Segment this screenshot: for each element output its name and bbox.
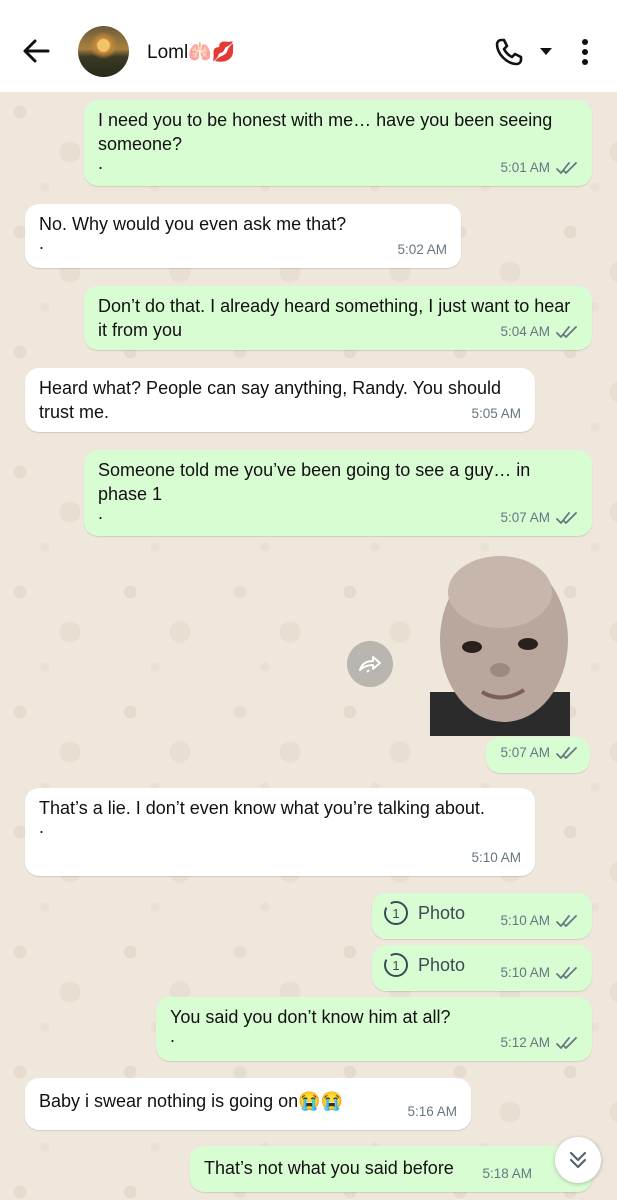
message-time: 5:10 AM [500, 913, 550, 928]
message-bubble-incoming[interactable]: Heard what? People can say anything, Ran… [25, 368, 535, 432]
contact-name[interactable]: Loml🫁💋 [147, 40, 236, 64]
message-meta: 5:16 AM [407, 1100, 457, 1124]
message-dot: . [39, 233, 45, 253]
arrow-left-icon[interactable] [18, 33, 54, 69]
double-check-icon [556, 915, 577, 927]
view-once-icon: 1 [384, 901, 408, 925]
message-time: 5:01 AM [500, 160, 550, 175]
message-text: Heard what? People can say anything, Ran… [39, 378, 507, 422]
view-once-photo-message[interactable]: 1 Photo 5:10 AM [372, 893, 592, 939]
message-bubble-outgoing[interactable]: Don’t do that. I already heard something… [84, 286, 592, 350]
forward-button[interactable] [347, 641, 393, 687]
message-bubble-incoming[interactable]: No. Why would you even ask me that? . 5:… [25, 204, 461, 268]
double-check-icon [556, 162, 577, 174]
message-text: You said you don’t know him at all? [170, 1007, 451, 1027]
double-chevron-down-icon [569, 1151, 587, 1169]
message-time: 5:12 AM [500, 1035, 550, 1050]
message-meta: 5:10 AM [471, 846, 521, 870]
message-dot: . [39, 817, 45, 837]
double-check-icon [556, 747, 577, 759]
more-vertical-icon[interactable] [578, 37, 592, 67]
message-bubble-outgoing-sticker-meta[interactable]: 5:07 AM [486, 737, 590, 773]
message-time: 5:04 AM [500, 324, 550, 339]
message-meta: 5:01 AM [500, 156, 578, 180]
message-time: 5:07 AM [500, 745, 550, 760]
message-text: Baby i swear nothing is going on😭😭 [39, 1091, 343, 1111]
double-check-icon [556, 967, 577, 979]
chat-header: Loml🫁💋 [0, 0, 617, 92]
message-time: 5:10 AM [500, 965, 550, 980]
baby-face-sticker [430, 556, 570, 736]
message-meta: 5:12 AM [500, 1031, 578, 1055]
view-once-icon: 1 [384, 953, 408, 977]
message-text: I need you to be honest with me… have yo… [98, 110, 558, 154]
message-meta: 5:07 AM [500, 506, 578, 530]
message-time: 5:18 AM [482, 1166, 532, 1181]
sticker-image[interactable] [430, 552, 570, 736]
message-text: Someone told me you’ve been going to see… [98, 460, 536, 504]
photo-label: Photo [418, 903, 466, 923]
message-meta: 5:04 AM [500, 320, 578, 344]
message-text: No. Why would you even ask me that? [39, 214, 347, 234]
message-bubble-outgoing[interactable]: I need you to be honest with me… have yo… [84, 100, 592, 186]
forward-icon [359, 656, 381, 673]
message-bubble-incoming[interactable]: Baby i swear nothing is going on😭😭 5:16 … [25, 1078, 471, 1130]
message-meta: 5:02 AM [397, 238, 447, 262]
photo-label: Photo [418, 955, 466, 975]
phone-icon[interactable] [494, 37, 524, 67]
message-time: 5:16 AM [407, 1104, 457, 1119]
scroll-to-bottom-button[interactable] [555, 1137, 601, 1183]
message-bubble-outgoing[interactable]: That’s not what you said before 5:18 AM [190, 1146, 592, 1192]
message-meta: 5:07 AM [500, 741, 578, 765]
message-meta: 5:18 AM [482, 1162, 532, 1186]
message-meta: 5:05 AM [471, 402, 521, 426]
avatar[interactable] [78, 26, 129, 77]
message-text: That’s a lie. I don’t even know what you… [39, 798, 485, 818]
message-bubble-incoming[interactable]: That’s a lie. I don’t even know what you… [25, 788, 535, 876]
message-meta: 5:10 AM [500, 909, 578, 933]
double-check-icon [556, 512, 577, 524]
view-once-photo-message[interactable]: 1 Photo 5:10 AM [372, 945, 592, 991]
double-check-icon [556, 1037, 577, 1049]
message-bubble-outgoing[interactable]: Someone told me you’ve been going to see… [84, 450, 592, 536]
message-meta: 5:10 AM [500, 961, 578, 985]
double-check-icon [556, 326, 577, 338]
message-time: 5:05 AM [471, 406, 521, 421]
message-time: 5:10 AM [471, 850, 521, 865]
message-bubble-outgoing[interactable]: You said you don’t know him at all? . 5:… [156, 997, 592, 1061]
caret-down-icon[interactable] [538, 45, 554, 57]
message-time: 5:02 AM [397, 242, 447, 257]
message-time: 5:07 AM [500, 510, 550, 525]
svg-text:1: 1 [392, 958, 399, 973]
svg-text:1: 1 [392, 906, 399, 921]
